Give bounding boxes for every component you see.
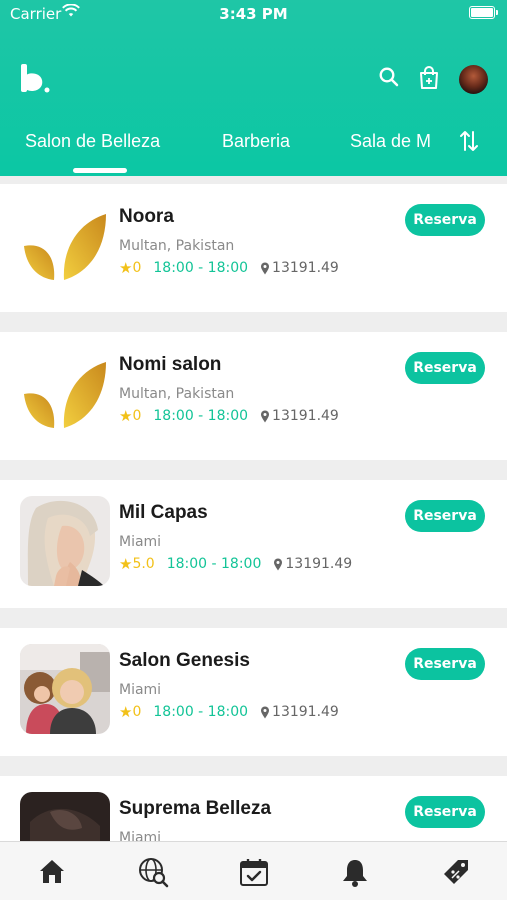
app-logo[interactable] <box>18 62 52 96</box>
location-pin-icon <box>261 410 270 422</box>
salon-location: Miami <box>119 682 162 698</box>
salon-hours: 18:00 - 18:00 <box>153 704 249 720</box>
salon-meta: ★ 0 18:00 - 18:00 13191.49 <box>119 703 339 721</box>
location-pin-icon <box>261 262 270 274</box>
sort-icon[interactable] <box>458 128 480 154</box>
star-icon: ★ <box>119 555 133 573</box>
reserva-button[interactable]: Reserva <box>405 648 485 680</box>
active-tab-indicator <box>73 168 127 173</box>
globe-search-icon[interactable] <box>137 856 169 888</box>
salon-name: Salon Genesis <box>119 650 250 671</box>
category-tabs: Salon de Belleza Barberia Sala de M <box>0 126 507 176</box>
salon-location: Miami <box>119 830 162 841</box>
salon-distance: 13191.49 <box>272 704 339 720</box>
reserva-button[interactable]: Reserva <box>405 352 485 384</box>
location-pin-icon <box>274 558 283 570</box>
salon-location: Miami <box>119 534 162 550</box>
salon-card[interactable]: Suprema Belleza Miami Reserva <box>0 776 507 841</box>
salon-name: Suprema Belleza <box>119 798 272 819</box>
salon-hours: 18:00 - 18:00 <box>166 556 262 572</box>
star-icon: ★ <box>119 703 133 721</box>
salon-photo-image <box>20 644 110 734</box>
search-icon[interactable] <box>378 66 400 88</box>
bottom-tab-bar <box>0 841 507 900</box>
salon-distance: 13191.49 <box>272 260 339 276</box>
calendar-check-icon[interactable] <box>238 856 270 888</box>
tab-sala-de-masajes[interactable]: Sala de M <box>350 131 432 152</box>
app-header: Carrier 3:43 PM Salon de Belleza Barberi… <box>0 0 507 176</box>
tab-barberia[interactable]: Barberia <box>222 131 290 152</box>
status-bar: Carrier 3:43 PM <box>0 0 507 30</box>
star-icon: ★ <box>119 259 133 277</box>
salon-rating: 5.0 <box>132 556 155 572</box>
salon-name: Noora <box>119 206 174 227</box>
reserva-button[interactable]: Reserva <box>405 500 485 532</box>
reserva-button[interactable]: Reserva <box>405 204 485 236</box>
tab-salon-de-belleza[interactable]: Salon de Belleza <box>25 131 160 152</box>
offer-tag-icon[interactable] <box>440 856 472 888</box>
salon-location: Multan, Pakistan <box>119 386 235 402</box>
user-avatar[interactable] <box>459 65 488 94</box>
leaf-logo-image <box>20 200 110 290</box>
salon-distance: 13191.49 <box>285 556 353 572</box>
salon-hours: 18:00 - 18:00 <box>153 260 249 276</box>
salon-rating: 0 <box>132 704 142 720</box>
salon-location: Multan, Pakistan <box>119 238 235 254</box>
location-pin-icon <box>261 706 270 718</box>
salon-rating: 0 <box>132 408 142 424</box>
woman-portrait-image <box>20 496 110 586</box>
salon-card[interactable]: Noora Multan, Pakistan ★ 0 18:00 - 18:00… <box>0 184 507 312</box>
bell-icon[interactable] <box>339 856 371 888</box>
star-icon: ★ <box>119 407 133 425</box>
dark-photo-image <box>20 792 110 841</box>
salon-distance: 13191.49 <box>272 408 339 424</box>
shopping-bag-icon[interactable] <box>418 66 440 90</box>
salon-rating: 0 <box>132 260 142 276</box>
salon-name: Nomi salon <box>119 354 222 375</box>
salon-card[interactable]: Salon Genesis Miami ★ 0 18:00 - 18:00 13… <box>0 628 507 756</box>
salon-name: Mil Capas <box>119 502 208 523</box>
salon-meta: ★ 5.0 18:00 - 18:00 13191.49 <box>119 555 352 573</box>
home-icon[interactable] <box>36 856 68 888</box>
salon-hours: 18:00 - 18:00 <box>153 408 249 424</box>
salon-meta: ★ 0 18:00 - 18:00 13191.49 <box>119 259 339 277</box>
battery-icon <box>469 6 498 19</box>
leaf-logo-image <box>20 348 110 438</box>
reserva-button[interactable]: Reserva <box>405 796 485 828</box>
salon-card[interactable]: Mil Capas Miami ★ 5.0 18:00 - 18:00 1319… <box>0 480 507 608</box>
salon-list: Noora Multan, Pakistan ★ 0 18:00 - 18:00… <box>0 176 507 841</box>
clock: 3:43 PM <box>219 5 288 23</box>
salon-meta: ★ 0 18:00 - 18:00 13191.49 <box>119 407 339 425</box>
salon-card[interactable]: Nomi salon Multan, Pakistan ★ 0 18:00 - … <box>0 332 507 460</box>
